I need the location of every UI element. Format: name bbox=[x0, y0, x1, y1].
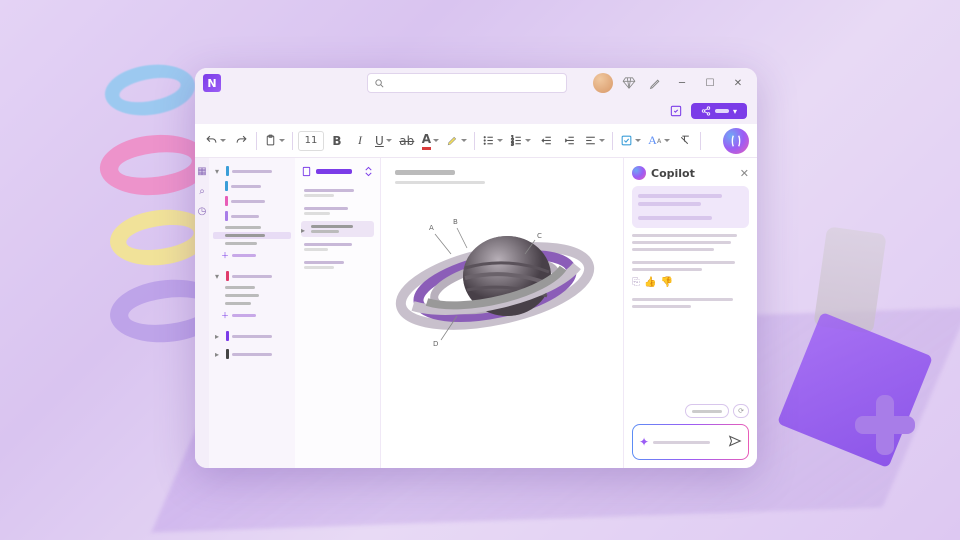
underline-button[interactable]: U bbox=[373, 129, 394, 153]
copilot-response: ⎘ 👍 👎 bbox=[632, 234, 749, 392]
copilot-input[interactable]: ✦ bbox=[632, 424, 749, 460]
todo-tag-button[interactable] bbox=[618, 129, 643, 153]
page-list: ▸ bbox=[295, 158, 381, 468]
user-avatar[interactable] bbox=[593, 73, 613, 93]
page-item[interactable] bbox=[301, 239, 374, 255]
copilot-title: Copilot bbox=[651, 167, 695, 180]
search-input[interactable] bbox=[367, 73, 567, 93]
notebook-item[interactable]: ▸ bbox=[213, 347, 291, 361]
strikethrough-button[interactable]: ab bbox=[397, 129, 417, 153]
section-item[interactable] bbox=[213, 194, 291, 208]
diagram-label-b: B bbox=[453, 218, 458, 226]
share-button[interactable]: ▾ bbox=[691, 103, 747, 119]
page-item[interactable] bbox=[301, 203, 374, 219]
premium-diamond-icon[interactable] bbox=[619, 73, 639, 93]
ribbon-toolbar: 11 B I U ab A 123 Aᴀ bbox=[195, 124, 757, 158]
diagram-label-c: C bbox=[537, 232, 542, 240]
add-section-button[interactable]: ＋ bbox=[213, 308, 291, 323]
minimize-button[interactable]: ─ bbox=[671, 73, 693, 93]
section-item[interactable] bbox=[213, 284, 291, 291]
saturn-diagram: A B C D bbox=[395, 198, 595, 358]
clear-format-button[interactable] bbox=[675, 129, 695, 153]
nav-notebooks-icon[interactable]: ▦ bbox=[197, 166, 207, 176]
page-item[interactable] bbox=[301, 185, 374, 201]
undo-button[interactable] bbox=[203, 129, 228, 153]
pen-draw-icon[interactable] bbox=[645, 73, 665, 93]
share-icon bbox=[701, 106, 711, 116]
numbering-button[interactable]: 123 bbox=[508, 129, 533, 153]
share-row: ▾ bbox=[195, 98, 757, 124]
section-item[interactable] bbox=[213, 292, 291, 299]
copilot-feedback-row: ⎘ 👍 👎 bbox=[632, 277, 749, 288]
copilot-welcome-card bbox=[632, 186, 749, 228]
decrease-indent-button[interactable] bbox=[536, 129, 556, 153]
app-body: ▦ ⌕ ◷ ▾ ＋ ▾ ＋ ▸ ▸ bbox=[195, 158, 757, 468]
onenote-app-icon: N bbox=[203, 74, 221, 92]
notebook-tree: ▾ ＋ ▾ ＋ ▸ ▸ bbox=[209, 158, 295, 468]
app-window: N ─ ☐ ✕ ▾ 11 B I U bbox=[195, 68, 757, 468]
notebook-item[interactable]: ▸ bbox=[213, 329, 291, 343]
close-button[interactable]: ✕ bbox=[727, 73, 749, 93]
increase-indent-button[interactable] bbox=[559, 129, 579, 153]
page-date bbox=[395, 181, 485, 184]
section-item[interactable] bbox=[213, 224, 291, 231]
suggestion-chip[interactable] bbox=[685, 404, 729, 418]
italic-button[interactable]: I bbox=[350, 129, 370, 153]
copy-icon[interactable]: ⎘ bbox=[632, 277, 640, 288]
diagram-label-a: A bbox=[429, 224, 434, 232]
send-icon bbox=[728, 434, 742, 448]
add-section-button[interactable]: ＋ bbox=[213, 248, 291, 263]
note-canvas[interactable]: A B C D bbox=[381, 158, 623, 468]
copilot-header: Copilot ✕ bbox=[632, 166, 749, 180]
notebook-icon bbox=[301, 166, 312, 177]
sparkle-icon: ✦ bbox=[639, 435, 649, 449]
search-icon bbox=[374, 78, 385, 89]
copilot-panel: Copilot ✕ ⎘ 👍 👎 bbox=[623, 158, 757, 468]
page-title[interactable] bbox=[395, 170, 455, 175]
section-item[interactable] bbox=[213, 209, 291, 223]
diagram-label-d: D bbox=[433, 340, 438, 348]
app-initial: N bbox=[207, 77, 216, 90]
nav-recent-icon[interactable]: ◷ bbox=[197, 206, 207, 216]
section-title bbox=[316, 169, 352, 174]
font-size-input[interactable]: 11 bbox=[298, 131, 324, 151]
bg-ring-blue bbox=[96, 57, 203, 123]
copilot-logo-icon bbox=[632, 166, 646, 180]
bg-jack bbox=[850, 390, 920, 460]
copilot-icon bbox=[728, 133, 744, 149]
copilot-ribbon-button[interactable] bbox=[723, 128, 749, 154]
align-button[interactable] bbox=[582, 129, 607, 153]
thumbs-down-icon[interactable]: 👎 bbox=[660, 277, 672, 288]
refresh-suggestions-button[interactable]: ⟳ bbox=[733, 404, 749, 418]
editing-mode-icon[interactable] bbox=[667, 102, 685, 120]
page-item[interactable] bbox=[301, 257, 374, 273]
copilot-placeholder bbox=[653, 441, 724, 444]
page-list-header bbox=[301, 166, 374, 177]
nav-rail: ▦ ⌕ ◷ bbox=[195, 158, 209, 468]
highlight-button[interactable] bbox=[444, 129, 469, 153]
copilot-suggestions: ⟳ bbox=[632, 404, 749, 418]
page-item-selected[interactable]: ▸ bbox=[301, 221, 374, 237]
notebook-item[interactable]: ▾ bbox=[213, 269, 291, 283]
maximize-button[interactable]: ☐ bbox=[699, 73, 721, 93]
styles-button[interactable]: Aᴀ bbox=[646, 129, 671, 153]
section-item[interactable] bbox=[213, 300, 291, 307]
paste-button[interactable] bbox=[262, 129, 287, 153]
bullets-button[interactable] bbox=[480, 129, 505, 153]
titlebar: N ─ ☐ ✕ bbox=[195, 68, 757, 98]
share-label bbox=[715, 109, 729, 113]
copilot-close-button[interactable]: ✕ bbox=[740, 167, 749, 180]
notebook-item[interactable]: ▾ bbox=[213, 164, 291, 178]
thumbs-up-icon[interactable]: 👍 bbox=[644, 277, 656, 288]
sort-icon[interactable] bbox=[363, 166, 374, 177]
svg-text:3: 3 bbox=[511, 141, 514, 147]
nav-search-icon[interactable]: ⌕ bbox=[197, 186, 207, 196]
section-item[interactable] bbox=[213, 179, 291, 193]
bold-button[interactable]: B bbox=[327, 129, 347, 153]
section-item-selected[interactable] bbox=[213, 232, 291, 239]
section-item[interactable] bbox=[213, 240, 291, 247]
redo-button[interactable] bbox=[231, 129, 251, 153]
send-button[interactable] bbox=[728, 433, 742, 452]
font-color-button[interactable]: A bbox=[420, 129, 441, 153]
